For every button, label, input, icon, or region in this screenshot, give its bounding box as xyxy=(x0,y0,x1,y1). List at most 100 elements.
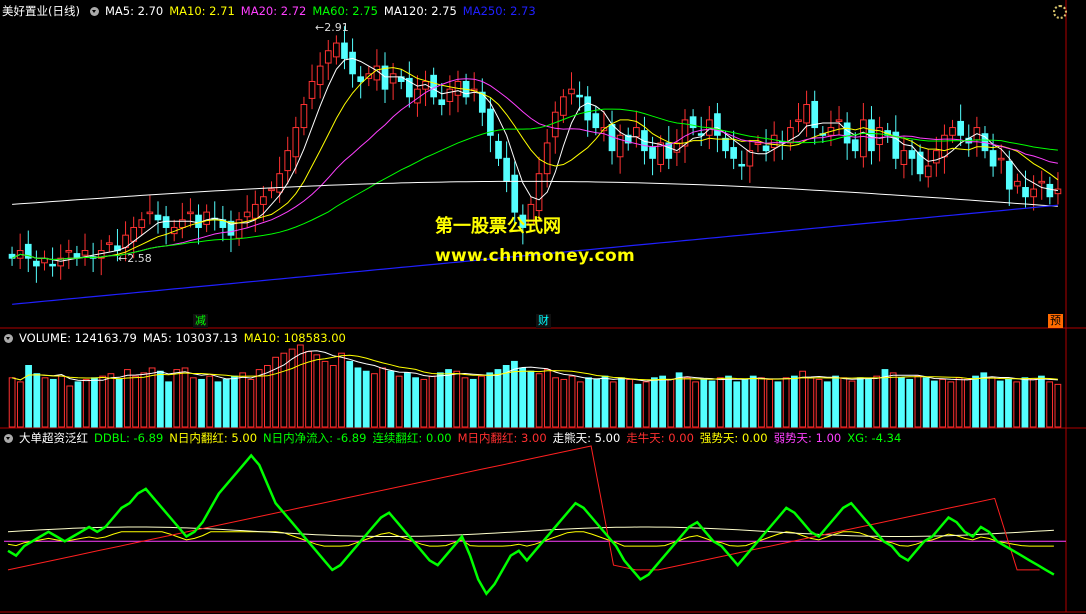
candle-body xyxy=(535,173,543,212)
candle-body xyxy=(195,214,202,228)
volume-bar xyxy=(733,381,741,428)
volume-bar xyxy=(815,378,823,428)
volume-ma5-line xyxy=(11,350,1058,382)
volume-bar xyxy=(865,378,872,428)
strong-days-label: 强势天: 0.00 xyxy=(699,431,768,445)
volume-bar xyxy=(1021,377,1029,428)
n-day-red-line xyxy=(7,531,1054,547)
volume-bar xyxy=(379,367,387,428)
candle-body xyxy=(722,137,729,152)
volume-bar xyxy=(527,370,535,428)
candle-body xyxy=(584,96,592,121)
volume-bar xyxy=(774,381,782,428)
ma120-line xyxy=(12,180,1058,207)
volume-bar xyxy=(436,372,444,428)
volume-label: VOLUME: 124163.79 xyxy=(19,331,137,345)
volume-bar xyxy=(420,378,428,428)
candle-body xyxy=(284,150,292,172)
candle-body xyxy=(851,139,859,152)
volume-bar xyxy=(346,360,354,428)
volume-bar xyxy=(165,381,172,428)
volume-bar xyxy=(478,375,485,428)
volume-bar xyxy=(1038,375,1045,428)
candle-body xyxy=(495,140,502,159)
candle-body xyxy=(997,157,1005,161)
volume-bar xyxy=(494,369,502,428)
bull-days-label: 走牛天: 0.00 xyxy=(626,431,694,445)
candle-body xyxy=(65,250,73,253)
volume-bar xyxy=(41,377,49,428)
candle-body xyxy=(292,127,300,158)
candle-body xyxy=(503,157,510,182)
candle-body xyxy=(308,80,316,99)
volume-bar xyxy=(132,375,140,428)
candle-body xyxy=(300,104,308,129)
volume-bar xyxy=(329,365,337,428)
volume-bar xyxy=(247,378,255,428)
volume-bar xyxy=(725,375,732,428)
volume-bar xyxy=(535,373,543,428)
volume-bar xyxy=(609,381,617,428)
dropdown-icon[interactable] xyxy=(4,434,13,443)
m-day-red-label: M日内翻红: 3.00 xyxy=(457,431,547,445)
candle-body xyxy=(738,163,746,167)
volume-bar xyxy=(469,378,477,428)
candle-body xyxy=(389,73,397,84)
candle-body xyxy=(762,145,770,152)
candle-body xyxy=(187,211,194,215)
volume-bar xyxy=(198,378,205,428)
volume-bar xyxy=(659,375,667,428)
volume-bar xyxy=(222,378,230,428)
volume-bar xyxy=(231,375,238,428)
candle-body xyxy=(754,142,762,145)
volume-bar xyxy=(568,375,576,428)
candle-body xyxy=(1022,187,1029,198)
volume-bar xyxy=(906,378,914,428)
gear-icon[interactable] xyxy=(1053,5,1067,19)
volume-bar xyxy=(758,377,765,428)
volume-ma5-label: MA5: 103037.13 xyxy=(142,331,238,345)
ma20-label: MA20: 2.72 xyxy=(240,4,307,18)
volume-bar xyxy=(239,372,247,428)
watermark-url: www.chnmoney.com xyxy=(435,246,636,266)
volume-bar xyxy=(1013,381,1021,428)
price-panel-header: 美好置业(日线) MA5: 2.70 MA10: 2.71 MA20: 2.72 MA6… xyxy=(0,3,542,19)
candle-body xyxy=(373,65,381,81)
volume-bar xyxy=(988,377,996,428)
volume-bar xyxy=(140,372,148,428)
volume-bar xyxy=(214,381,222,428)
event-marker-forecast[interactable]: 预 xyxy=(1048,314,1063,328)
volume-bar xyxy=(403,372,411,428)
event-marker-reduce[interactable]: 减 xyxy=(193,314,208,328)
candle-body xyxy=(1046,183,1054,198)
volume-bar xyxy=(296,344,304,428)
volume-bar xyxy=(898,377,905,428)
volume-bar xyxy=(873,375,881,428)
dropdown-icon[interactable] xyxy=(4,334,13,343)
volume-bar xyxy=(107,373,115,428)
volume-bar xyxy=(74,381,82,428)
candle-body xyxy=(446,88,454,102)
ma120-label: MA120: 2.75 xyxy=(383,4,457,18)
bear-days-label: 走熊天: 5.00 xyxy=(552,431,621,445)
candle-body xyxy=(276,173,283,193)
volume-bar xyxy=(280,352,288,428)
volume-panel-header: VOLUME: 124163.79 MA5: 103037.13 MA10: 108… xyxy=(0,330,352,346)
candle-body xyxy=(860,119,867,158)
dropdown-icon[interactable] xyxy=(89,7,99,16)
volume-bar xyxy=(749,375,757,428)
candle-body xyxy=(49,263,56,267)
volume-bar xyxy=(791,375,798,428)
event-marker-finance[interactable]: 财 xyxy=(536,314,551,328)
candle-body xyxy=(633,127,640,138)
stock-chart xyxy=(0,0,1086,613)
volume-bar xyxy=(66,385,74,428)
candle-body xyxy=(932,150,940,164)
candle-body xyxy=(357,76,365,82)
volume-bar xyxy=(667,378,675,428)
volume-bar xyxy=(313,354,321,428)
candle-body xyxy=(333,42,340,58)
n-day-red-label: N日内翻红: 5.00 xyxy=(169,431,258,445)
candle-body xyxy=(381,65,389,90)
candle-body xyxy=(957,120,964,136)
